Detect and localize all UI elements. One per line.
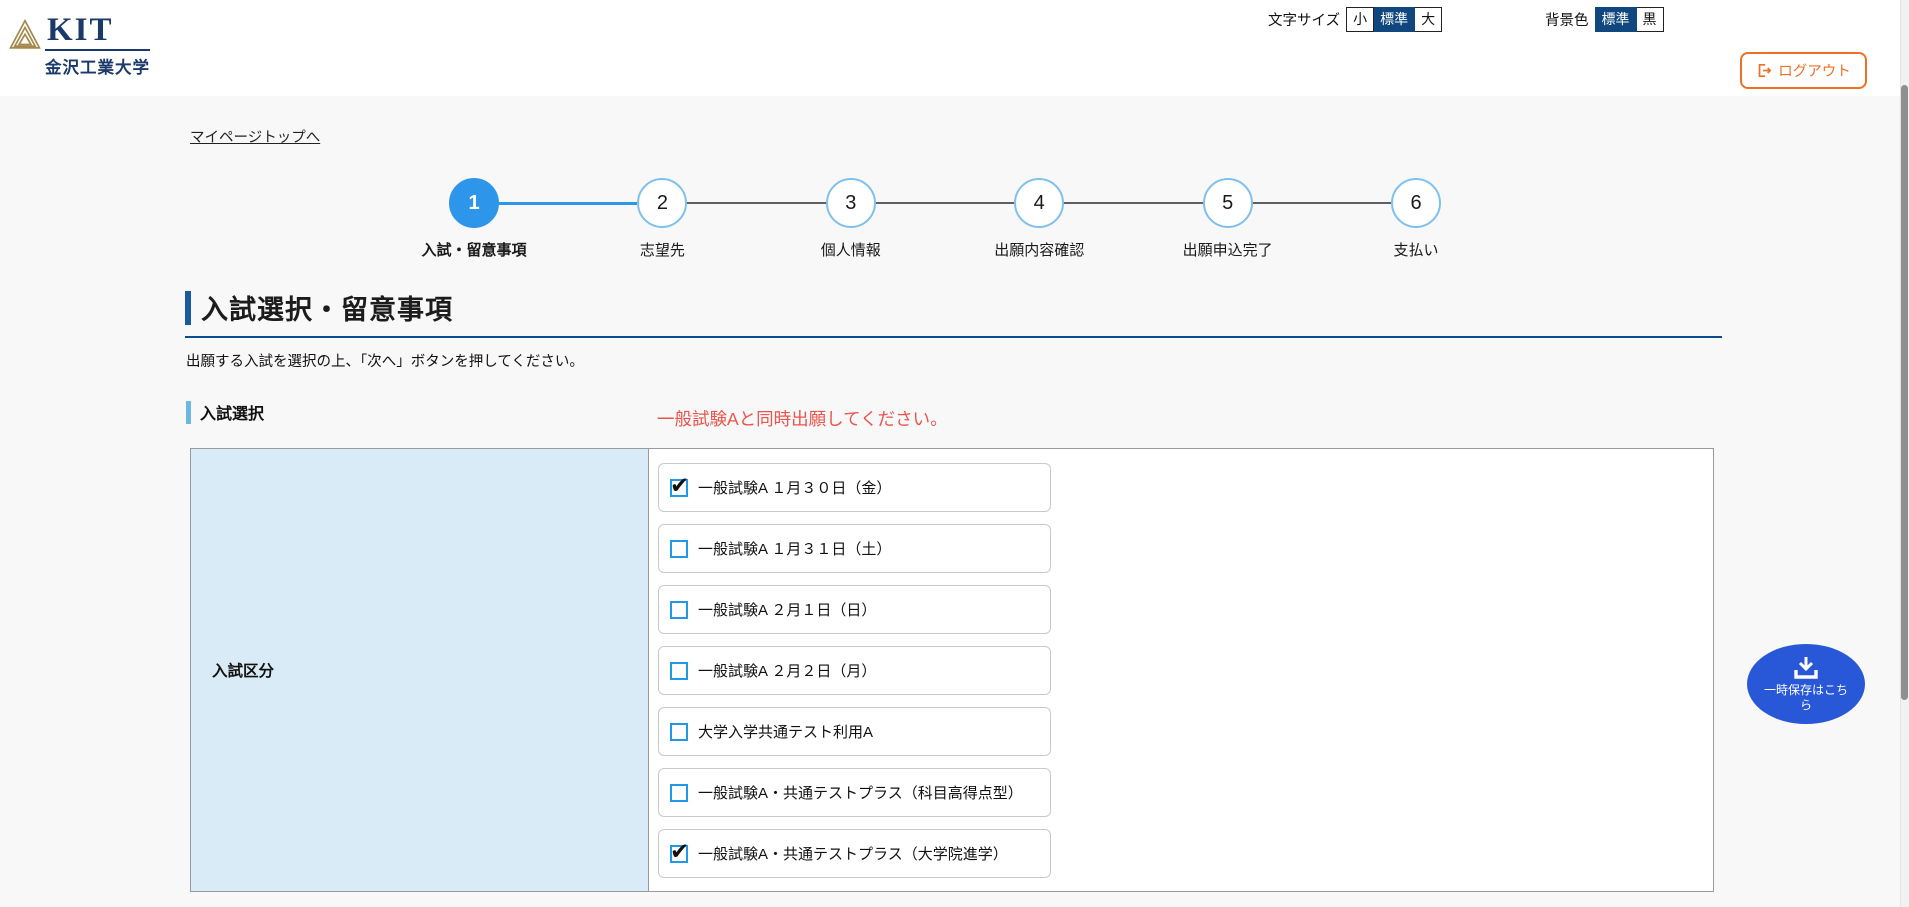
step-6-circle: 6 xyxy=(1391,178,1441,228)
exam-option-3-checkbox[interactable] xyxy=(670,601,688,619)
exam-option-1-checkbox[interactable] xyxy=(670,479,688,497)
step-2: 2 志望先 xyxy=(637,178,687,228)
step-connector xyxy=(687,202,825,204)
exam-option-2[interactable]: 一般試験A １月３１日（土） xyxy=(658,524,1051,573)
title-accent-bar xyxy=(185,291,191,325)
page-title: 入試選択・留意事項 xyxy=(201,288,453,327)
kit-emblem-icon xyxy=(8,16,42,56)
step-5-label: 出願申込完了 xyxy=(1183,239,1273,260)
font-size-standard-button[interactable]: 標準 xyxy=(1374,7,1415,32)
exam-category-header-cell: 入試区分 xyxy=(191,449,649,891)
step-connector xyxy=(499,202,637,205)
step-1-label: 入試・留意事項 xyxy=(421,239,526,260)
font-size-large-button[interactable]: 大 xyxy=(1415,7,1442,32)
temporary-save-button[interactable]: 一時保存はこちら xyxy=(1747,644,1865,724)
step-1: 1 入試・留意事項 xyxy=(449,178,499,228)
logout-button-label: ログアウト xyxy=(1778,60,1851,81)
exam-option-6-checkbox[interactable] xyxy=(670,784,688,802)
section-title: 入試選択 xyxy=(200,400,264,424)
mypage-top-link[interactable]: マイページトップへ xyxy=(190,126,320,147)
bg-standard-button[interactable]: 標準 xyxy=(1595,7,1637,32)
step-3-circle: 3 xyxy=(826,178,876,228)
step-4: 4 出願内容確認 xyxy=(1014,178,1064,228)
exam-option-7-label: 一般試験A・共通テストプラス（大学院進学） xyxy=(698,843,1008,864)
exam-option-4-checkbox[interactable] xyxy=(670,662,688,680)
step-1-circle: 1 xyxy=(449,178,499,228)
exam-option-2-checkbox[interactable] xyxy=(670,540,688,558)
exam-option-5-label: 大学入学共通テスト利用A xyxy=(698,721,873,742)
exam-option-1-label: 一般試験A １月３０日（金） xyxy=(698,477,891,498)
exam-category-label: 入試区分 xyxy=(212,659,274,681)
step-4-circle: 4 xyxy=(1014,178,1064,228)
background-color-segmented: 標準 黒 xyxy=(1595,7,1664,32)
vertical-scrollbar[interactable] xyxy=(1900,0,1909,907)
logo-acronym: KIT xyxy=(45,12,150,51)
background-color-label: 背景色 xyxy=(1545,9,1589,30)
exam-option-5[interactable]: 大学入学共通テスト利用A xyxy=(658,707,1051,756)
exam-option-7[interactable]: 一般試験A・共通テストプラス（大学院進学） xyxy=(658,829,1051,878)
step-5: 5 出願申込完了 xyxy=(1203,178,1253,228)
font-size-label: 文字サイズ xyxy=(1268,9,1340,30)
university-logo[interactable]: KIT 金沢工業大学 xyxy=(8,12,150,78)
step-connector xyxy=(1064,202,1202,204)
step-3: 3 個人情報 xyxy=(826,178,876,228)
application-stepper: 1 入試・留意事項 2 志望先 3 個人情報 4 出願内容確認 5 出願申込完了… xyxy=(449,158,1441,248)
exam-option-5-checkbox[interactable] xyxy=(670,723,688,741)
page-instruction: 出願する入試を選択の上、「次へ」ボタンを押してください。 xyxy=(186,350,584,371)
step-3-label: 個人情報 xyxy=(821,239,881,260)
step-6-label: 支払い xyxy=(1394,239,1439,260)
exam-option-3-label: 一般試験A ２月１日（日） xyxy=(698,599,876,620)
scrollbar-thumb[interactable] xyxy=(1901,85,1908,700)
logout-icon xyxy=(1756,62,1773,79)
step-4-label: 出願内容確認 xyxy=(994,239,1084,260)
section-accent-bar xyxy=(186,401,191,424)
logout-button[interactable]: ログアウト xyxy=(1740,52,1867,89)
font-size-small-button[interactable]: 小 xyxy=(1346,7,1374,32)
step-connector xyxy=(876,202,1014,204)
exam-option-2-label: 一般試験A １月３１日（土） xyxy=(698,538,891,559)
step-5-circle: 5 xyxy=(1203,178,1253,228)
step-6: 6 支払い xyxy=(1391,178,1441,228)
exam-option-7-checkbox[interactable] xyxy=(670,845,688,863)
exam-options-cell: 一般試験A １月３０日（金） 一般試験A １月３１日（土） 一般試験A ２月１日… xyxy=(649,449,1713,891)
logo-university-name: 金沢工業大学 xyxy=(45,54,150,78)
exam-option-4[interactable]: 一般試験A ２月２日（月） xyxy=(658,646,1051,695)
exam-selection-table: 入試区分 一般試験A １月３０日（金） 一般試験A １月３１日（土） 一般試験A… xyxy=(190,448,1714,892)
page-title-block: 入試選択・留意事項 xyxy=(185,288,1722,338)
exam-select-section-heading: 入試選択 xyxy=(186,400,264,424)
step-2-circle: 2 xyxy=(637,178,687,228)
background-color-control: 背景色 標準 黒 xyxy=(1545,7,1664,32)
exam-option-4-label: 一般試験A ２月２日（月） xyxy=(698,660,876,681)
font-size-segmented: 小 標準 大 xyxy=(1346,7,1442,32)
exam-option-3[interactable]: 一般試験A ２月１日（日） xyxy=(658,585,1051,634)
download-icon xyxy=(1791,655,1821,681)
font-size-control: 文字サイズ 小 標準 大 xyxy=(1268,7,1442,32)
exam-option-6-label: 一般試験A・共通テストプラス（科目高得点型） xyxy=(698,782,1023,803)
bg-black-button[interactable]: 黒 xyxy=(1637,7,1664,32)
simultaneous-application-note: 一般試験Aと同時出願してください。 xyxy=(657,406,948,431)
header: KIT 金沢工業大学 文字サイズ 小 標準 大 背景色 標準 黒 ログアウト xyxy=(0,0,1909,96)
step-connector xyxy=(1253,202,1391,204)
exam-option-1[interactable]: 一般試験A １月３０日（金） xyxy=(658,463,1051,512)
exam-option-6[interactable]: 一般試験A・共通テストプラス（科目高得点型） xyxy=(658,768,1051,817)
step-2-label: 志望先 xyxy=(640,239,685,260)
temporary-save-label: 一時保存はこちら xyxy=(1762,683,1850,713)
